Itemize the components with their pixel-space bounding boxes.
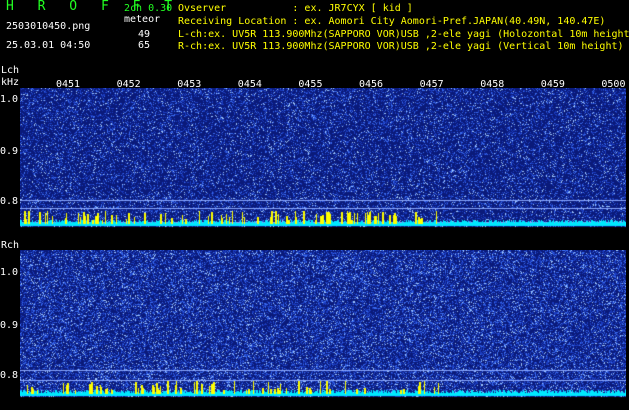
rch-label: Rch xyxy=(1,240,20,251)
file-name: 2503010450.png xyxy=(6,21,91,32)
rch-ytick-0.9: 0.9 xyxy=(0,320,19,331)
lch-waterfall xyxy=(20,88,626,231)
datetime: 25.03.01 04:50 xyxy=(6,40,91,51)
location-info: Receiving Location : ex. Aomori City Aom… xyxy=(178,16,606,27)
rch-meteor-count: 65 xyxy=(138,40,151,51)
lch-ytick-1.0: 1.0 xyxy=(0,94,19,105)
rch-waterfall xyxy=(20,250,626,400)
rch-ytick-0.8: 0.8 xyxy=(0,370,19,381)
lch-label: Lch xyxy=(1,65,20,76)
rch-ytick-1.0: 1.0 xyxy=(0,267,19,278)
observer-info: Ovserver : ex. JR7CYX [ kid ] xyxy=(178,3,413,14)
lch-info: L-ch:ex. UV5R 113.900Mhz(SAPPORO VOR)USB… xyxy=(178,29,629,40)
meteor-label: meteor xyxy=(124,14,161,25)
lch-ytick-0.8: 0.8 xyxy=(0,196,19,207)
rch-info: R-ch:ex. UV5R 113.900Mhz(SAPPORO VOR)USB… xyxy=(178,41,624,52)
lch-unit: kHz xyxy=(1,77,20,88)
lch-ytick-0.9: 0.9 xyxy=(0,146,19,157)
